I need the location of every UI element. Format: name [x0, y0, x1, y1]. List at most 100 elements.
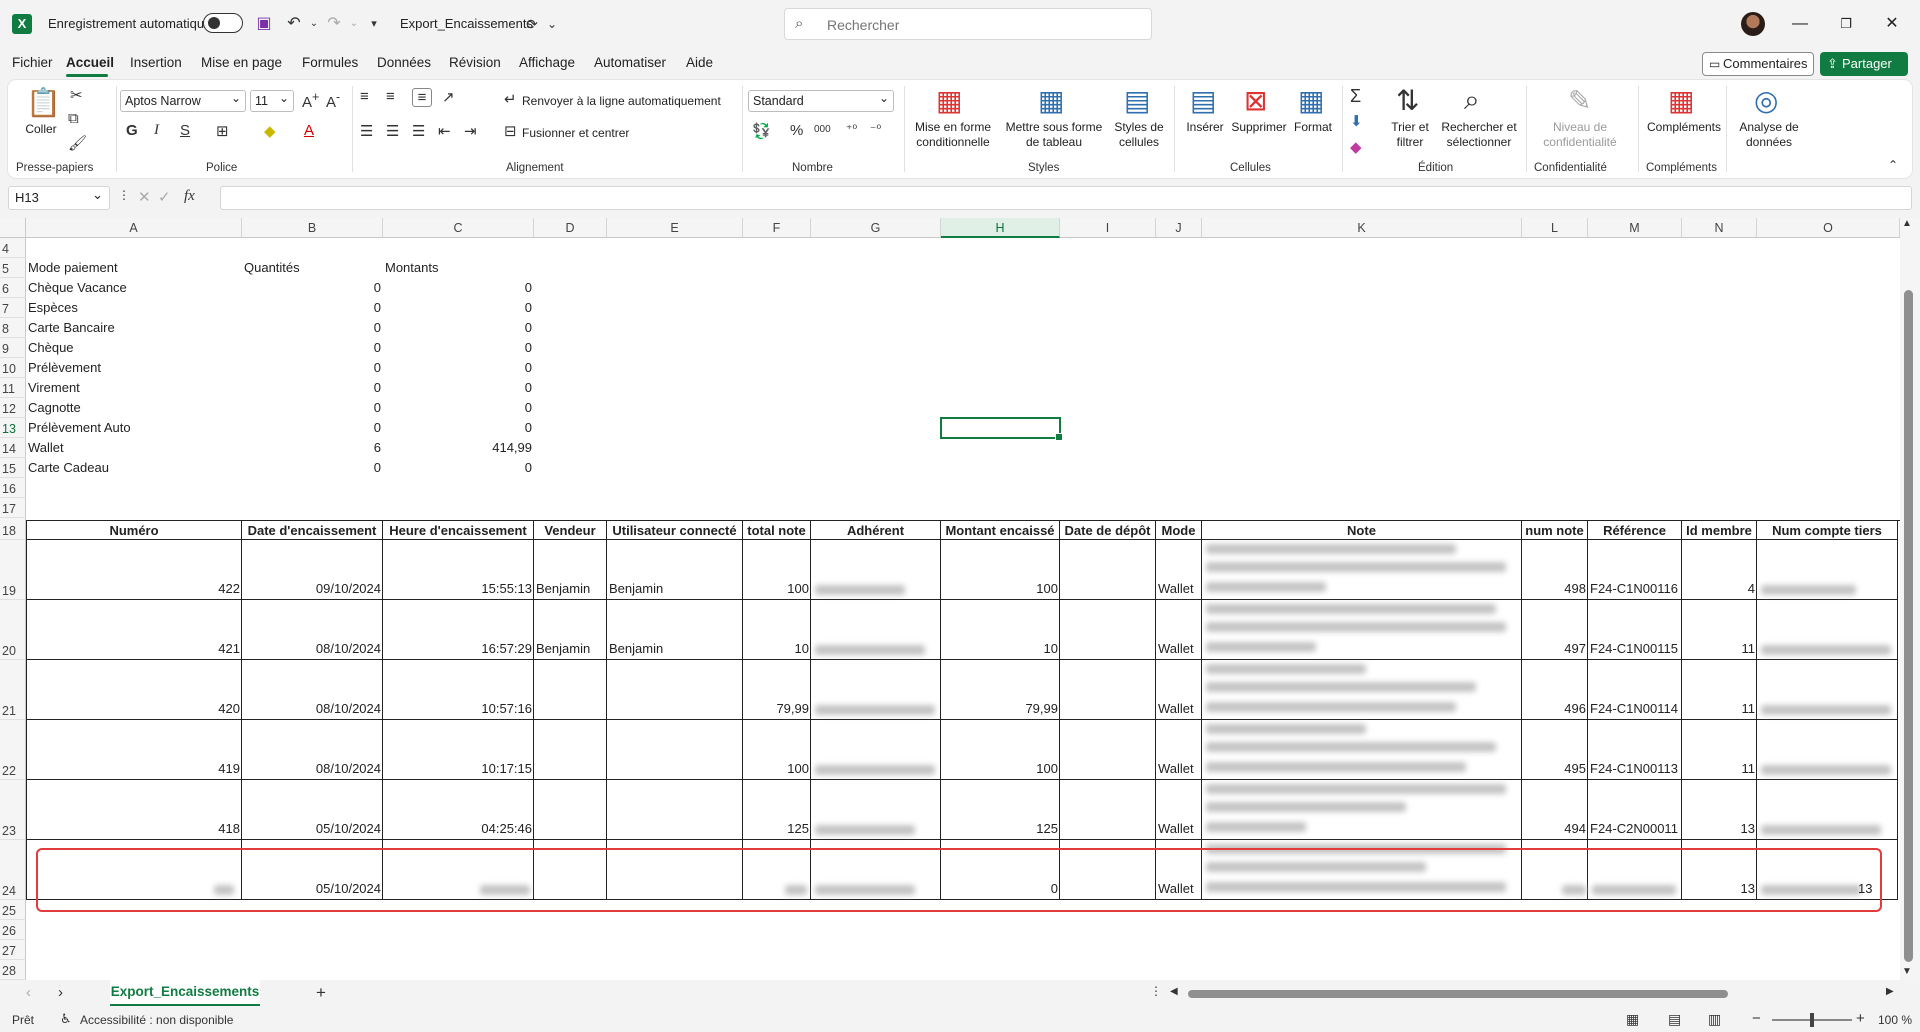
cell-vendeur[interactable]: Benjamin — [534, 641, 607, 656]
avatar[interactable] — [1741, 12, 1765, 36]
cell-reference[interactable]: F24-C1N00115 — [1588, 641, 1682, 656]
cell-numero[interactable]: 419 — [26, 761, 242, 776]
borders-icon[interactable]: ⊞ — [216, 122, 229, 140]
autosave-toggle[interactable] — [203, 13, 243, 33]
cell-heure[interactable]: 16:57:29 — [383, 641, 534, 656]
cell-mode[interactable]: Wallet — [1156, 701, 1202, 716]
summary-mode[interactable]: Chèque Vacance — [26, 280, 236, 295]
thousands-icon[interactable]: 000 — [814, 124, 831, 135]
delete-cells-icon[interactable]: ⊠ — [1244, 84, 1267, 117]
row-header[interactable]: 17 — [0, 498, 26, 518]
column-header-m[interactable]: M — [1588, 218, 1682, 238]
addins-button[interactable]: Compléments — [1640, 120, 1728, 135]
decrease-indent-icon[interactable]: ⇤ — [438, 122, 451, 140]
summary-mode[interactable]: Espèces — [26, 300, 236, 315]
scroll-up-icon[interactable]: ▲ — [1902, 218, 1912, 229]
table-header-date[interactable]: Date d'encaissement — [242, 520, 383, 540]
tab-options-icon[interactable]: ⋮ — [1150, 984, 1162, 998]
cell-reference[interactable]: F24-C1N00116 — [1588, 581, 1682, 596]
row-header[interactable]: 4 — [0, 238, 26, 258]
column-header-n[interactable]: N — [1682, 218, 1757, 238]
font-color-icon[interactable]: A — [304, 122, 314, 139]
summary-amount[interactable]: 0 — [383, 280, 534, 295]
page-layout-view-icon[interactable]: ▤ — [1668, 1011, 1681, 1028]
cell-num-note[interactable]: 494 — [1522, 821, 1588, 836]
autosum-icon[interactable]: Σ — [1350, 86, 1361, 107]
menu-automatiser[interactable]: Automatiser — [594, 55, 666, 70]
align-middle-icon[interactable]: ≡ — [386, 88, 395, 105]
cell-montant[interactable]: 79,99 — [941, 701, 1060, 716]
page-break-view-icon[interactable]: ▥ — [1708, 1011, 1721, 1028]
column-header-j[interactable]: J — [1156, 218, 1202, 238]
prev-sheet-icon[interactable]: ‹ — [26, 984, 31, 1001]
close-icon[interactable]: ✕ — [1869, 10, 1915, 38]
cell-date[interactable]: 08/10/2024 — [242, 761, 383, 776]
name-box[interactable]: H13 — [8, 184, 110, 210]
decrease-decimal-icon[interactable]: ⁻⁰ — [870, 122, 881, 136]
delete-button[interactable]: Supprimer — [1228, 120, 1290, 135]
cell-reference[interactable]: F24-C1N00113 — [1588, 761, 1682, 776]
summary-mode[interactable]: Prélèvement — [26, 360, 236, 375]
decrease-font-icon[interactable]: A- — [326, 90, 340, 111]
cell-vendeur[interactable]: Benjamin — [534, 581, 607, 596]
scroll-left-icon[interactable]: ◀ — [1170, 986, 1178, 997]
row-header[interactable]: 20 — [0, 600, 26, 660]
table-header-adherent[interactable]: Adhérent — [811, 520, 941, 540]
menu-accueil[interactable]: Accueil — [66, 55, 114, 70]
paste-label[interactable]: Coller — [22, 122, 60, 137]
cell-date[interactable]: 09/10/2024 — [242, 581, 383, 596]
cell-total[interactable]: 10 — [743, 641, 811, 656]
document-title[interactable]: Export_Encaissements — [400, 16, 533, 31]
table-header-vendeur[interactable]: Vendeur — [534, 520, 607, 540]
merge-center-button[interactable]: Fusionner et centrer — [522, 126, 629, 141]
comments-button[interactable]: Commentaires — [1702, 52, 1814, 76]
fill-color-icon[interactable]: ◆ — [264, 122, 276, 140]
cell-heure[interactable]: 04:25:46 — [383, 821, 534, 836]
worksheet-grid[interactable]: A B C D E F G H I J K L M N O 4 5 6 7 8 … — [0, 218, 1920, 980]
wrap-text-button[interactable]: Renvoyer à la ligne automatiquement — [522, 94, 721, 109]
summary-qty[interactable]: 0 — [242, 460, 383, 475]
cell-mode[interactable]: Wallet — [1156, 581, 1202, 596]
summary-amount[interactable]: 0 — [383, 460, 534, 475]
increase-decimal-icon[interactable]: ⁺⁰ — [846, 122, 857, 136]
summary-qty[interactable]: 0 — [242, 300, 383, 315]
cell-montant[interactable]: 10 — [941, 641, 1060, 656]
cell-id-membre[interactable]: 4 — [1682, 581, 1757, 596]
insert-function-icon[interactable]: fx — [184, 188, 195, 205]
increase-font-icon[interactable]: A+ — [302, 90, 319, 111]
cell-id-membre[interactable]: 11 — [1682, 641, 1757, 656]
font-size-select[interactable]: 11 — [250, 88, 294, 112]
cell-heure[interactable]: 10:57:16 — [383, 701, 534, 716]
next-sheet-icon[interactable]: › — [58, 984, 63, 1001]
cell-reference[interactable]: F24-C2N00011 — [1588, 821, 1682, 836]
search-input[interactable] — [825, 15, 1125, 35]
currency-icon[interactable]: 💱 — [752, 122, 771, 140]
summary-amount[interactable]: 414,99 — [383, 440, 534, 455]
row-header[interactable]: 16 — [0, 478, 26, 498]
cut-icon[interactable]: ✂ — [70, 86, 83, 104]
search-box[interactable]: ⌕ — [784, 8, 1152, 40]
column-header-i[interactable]: I — [1060, 218, 1156, 238]
cell-id-membre[interactable]: 11 — [1682, 701, 1757, 716]
align-center-icon[interactable]: ☰ — [386, 122, 399, 140]
cell-id-membre[interactable]: 13 — [1682, 821, 1757, 836]
cell-styles-icon[interactable]: ▤ — [1124, 84, 1150, 117]
column-header-f[interactable]: F — [743, 218, 811, 238]
normal-view-icon[interactable]: ▦ — [1626, 1011, 1639, 1028]
increase-indent-icon[interactable]: ⇥ — [464, 122, 477, 140]
table-header-utilisateur[interactable]: Utilisateur connecté — [607, 520, 743, 540]
row-header[interactable]: 27 — [0, 940, 26, 960]
row-header[interactable]: 25 — [0, 900, 26, 920]
summary-amount[interactable]: 0 — [383, 400, 534, 415]
row-header[interactable]: 24 — [0, 840, 26, 900]
row-header[interactable]: 6 — [0, 278, 26, 298]
summary-mode[interactable]: Prélèvement Auto — [26, 420, 236, 435]
row-header[interactable]: 21 — [0, 660, 26, 720]
cell-id-membre[interactable]: 11 — [1682, 761, 1757, 776]
summary-amount[interactable]: 0 — [383, 340, 534, 355]
restore-icon[interactable]: ❐ — [1823, 10, 1869, 38]
align-left-icon[interactable]: ☰ — [360, 122, 373, 140]
underline-icon[interactable]: S — [180, 122, 190, 139]
zoom-in-icon[interactable]: + — [1856, 1010, 1865, 1027]
status-accessibility[interactable]: Accessibilité : non disponible — [80, 1013, 233, 1027]
